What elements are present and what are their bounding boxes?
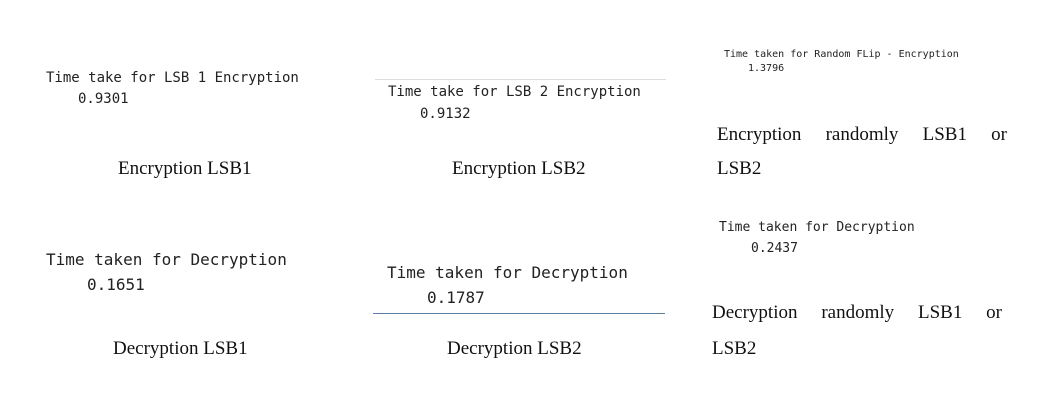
caption-word: LSB1 [917,302,963,323]
enc-random-caption-line1: Encryption randomly LSB1 or [717,124,1007,146]
enc-lsb1-value: 0.9301 [78,91,129,107]
enc-lsb2-top-separator [375,79,666,80]
dec-lsb1-value: 0.1651 [87,275,145,294]
enc-lsb2-label: Time take for LSB 2 Encryption [388,84,641,100]
enc-lsb1-caption: Encryption LSB1 [118,158,252,179]
dec-random-label: Time taken for Decryption [719,220,915,235]
dec-lsb2-value: 0.1787 [427,288,485,307]
caption-word: randomly [821,302,895,323]
dec-lsb2-bottom-separator [373,313,665,314]
dec-lsb2-caption: Decryption LSB2 [447,338,582,359]
enc-lsb1-label: Time take for LSB 1 Encryption [46,70,299,86]
dec-random-value: 0.2437 [751,241,798,256]
enc-random-label: Time taken for Random FLip - Encryption [724,49,959,60]
caption-word: LSB1 [922,124,967,145]
dec-lsb1-caption: Decryption LSB1 [113,338,248,359]
caption-word: randomly [825,124,899,145]
dec-lsb1-label: Time taken for Decryption [46,250,287,269]
caption-word: Encryption [717,124,802,145]
dec-lsb2-label: Time taken for Decryption [387,263,628,282]
caption-word: or [991,124,1007,145]
dec-random-caption-line2: LSB2 [712,338,757,359]
enc-random-value: 1.3796 [748,63,785,74]
caption-word: Decryption [712,302,798,323]
dec-random-caption-line1: Decryption randomly LSB1 or [712,302,1002,324]
caption-word: or [986,302,1002,323]
enc-random-caption-line2: LSB2 [717,158,762,179]
enc-lsb2-caption: Encryption LSB2 [452,158,586,179]
enc-lsb2-value: 0.9132 [420,106,471,122]
